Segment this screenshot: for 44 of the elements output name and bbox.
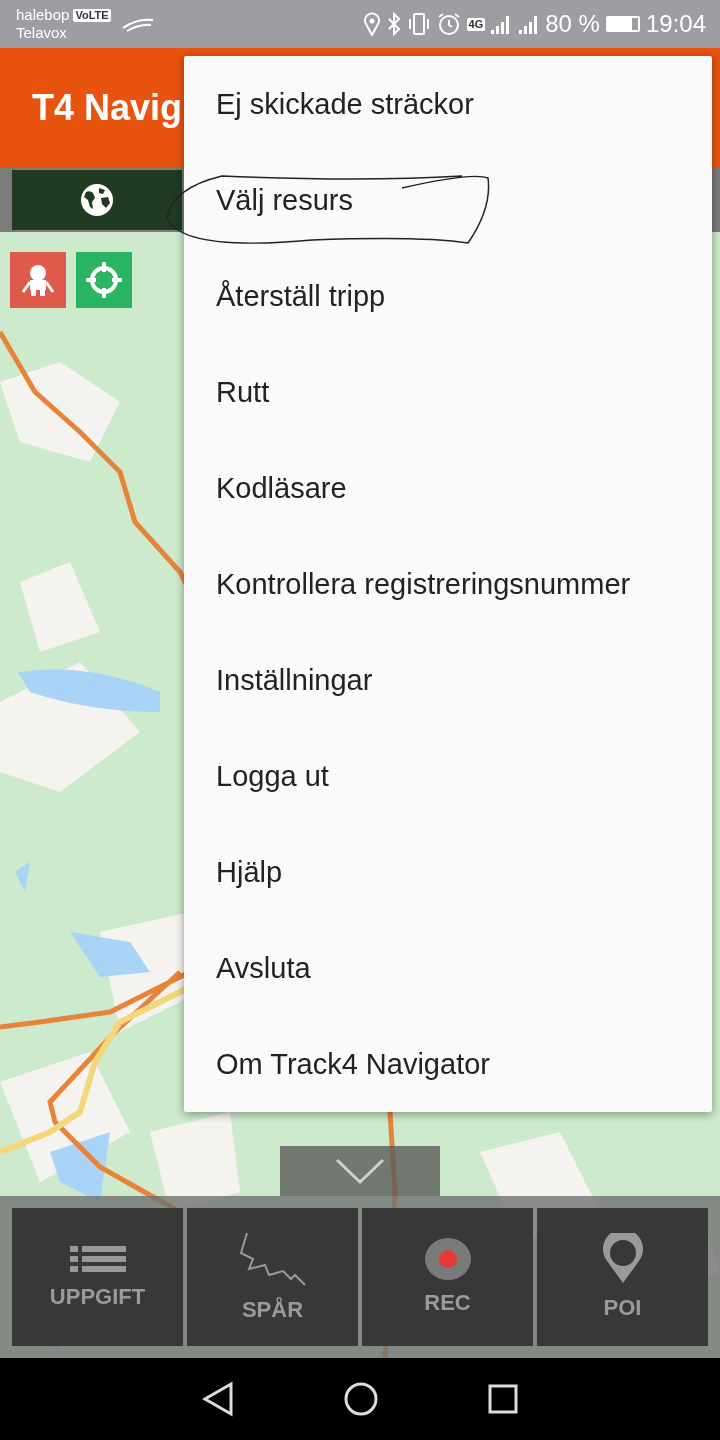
signal-icon	[489, 13, 512, 35]
network-badge: VoLTE	[73, 8, 111, 22]
chevron-down-icon	[335, 1158, 385, 1184]
carrier-name: halebop	[16, 6, 70, 24]
toolbar-button[interactable]: UPPGIFT	[12, 1208, 183, 1346]
robot-button[interactable]	[10, 252, 66, 308]
recents-icon[interactable]	[488, 1384, 518, 1414]
app-title: T4 Navig	[32, 87, 183, 129]
toolbar-button[interactable]: REC	[362, 1208, 533, 1346]
menu-item[interactable]: Ej skickade sträckor	[184, 56, 712, 152]
vibrate-icon	[406, 12, 431, 36]
globe-icon	[80, 183, 114, 217]
record-icon	[424, 1238, 471, 1280]
menu-item[interactable]: Kodläsare	[184, 440, 712, 536]
collapse-handle[interactable]	[280, 1146, 440, 1196]
menu-item[interactable]: Om Track4 Navigator	[184, 1016, 712, 1112]
menu-item[interactable]: Återställ tripp	[184, 248, 712, 344]
list-icon	[69, 1244, 126, 1274]
locate-button[interactable]	[76, 252, 132, 308]
location-icon	[362, 12, 381, 36]
home-icon[interactable]	[344, 1382, 378, 1416]
menu-item[interactable]: Logga ut	[184, 728, 712, 824]
menu-item[interactable]: Avsluta	[184, 920, 712, 1016]
back-icon[interactable]	[202, 1381, 234, 1417]
battery-percent: 80 %	[545, 10, 600, 38]
network-badge: 4G	[466, 17, 486, 31]
crosshair-icon	[86, 262, 122, 298]
map-tab[interactable]	[12, 170, 182, 230]
alarm-icon	[436, 12, 461, 36]
menu-item[interactable]: Hjälp	[184, 824, 712, 920]
toolbar-button[interactable]: SPÅR	[187, 1208, 358, 1346]
track-icon	[238, 1231, 307, 1287]
bluetooth-icon	[386, 12, 401, 36]
map-pin-icon	[600, 1233, 645, 1285]
signal-icon	[517, 13, 540, 35]
menu-item[interactable]: Kontrollera registreringsnummer	[184, 536, 712, 632]
carrier-name: Telavox	[16, 24, 68, 42]
menu-item[interactable]: Rutt	[184, 344, 712, 440]
menu-item[interactable]: Välj resurs	[184, 152, 712, 248]
clock: 19:04	[645, 10, 706, 38]
robot-icon	[20, 262, 56, 298]
battery-icon	[605, 16, 640, 32]
menu-item[interactable]: Inställningar	[184, 632, 712, 728]
toolbar-button[interactable]: POI	[537, 1208, 708, 1346]
